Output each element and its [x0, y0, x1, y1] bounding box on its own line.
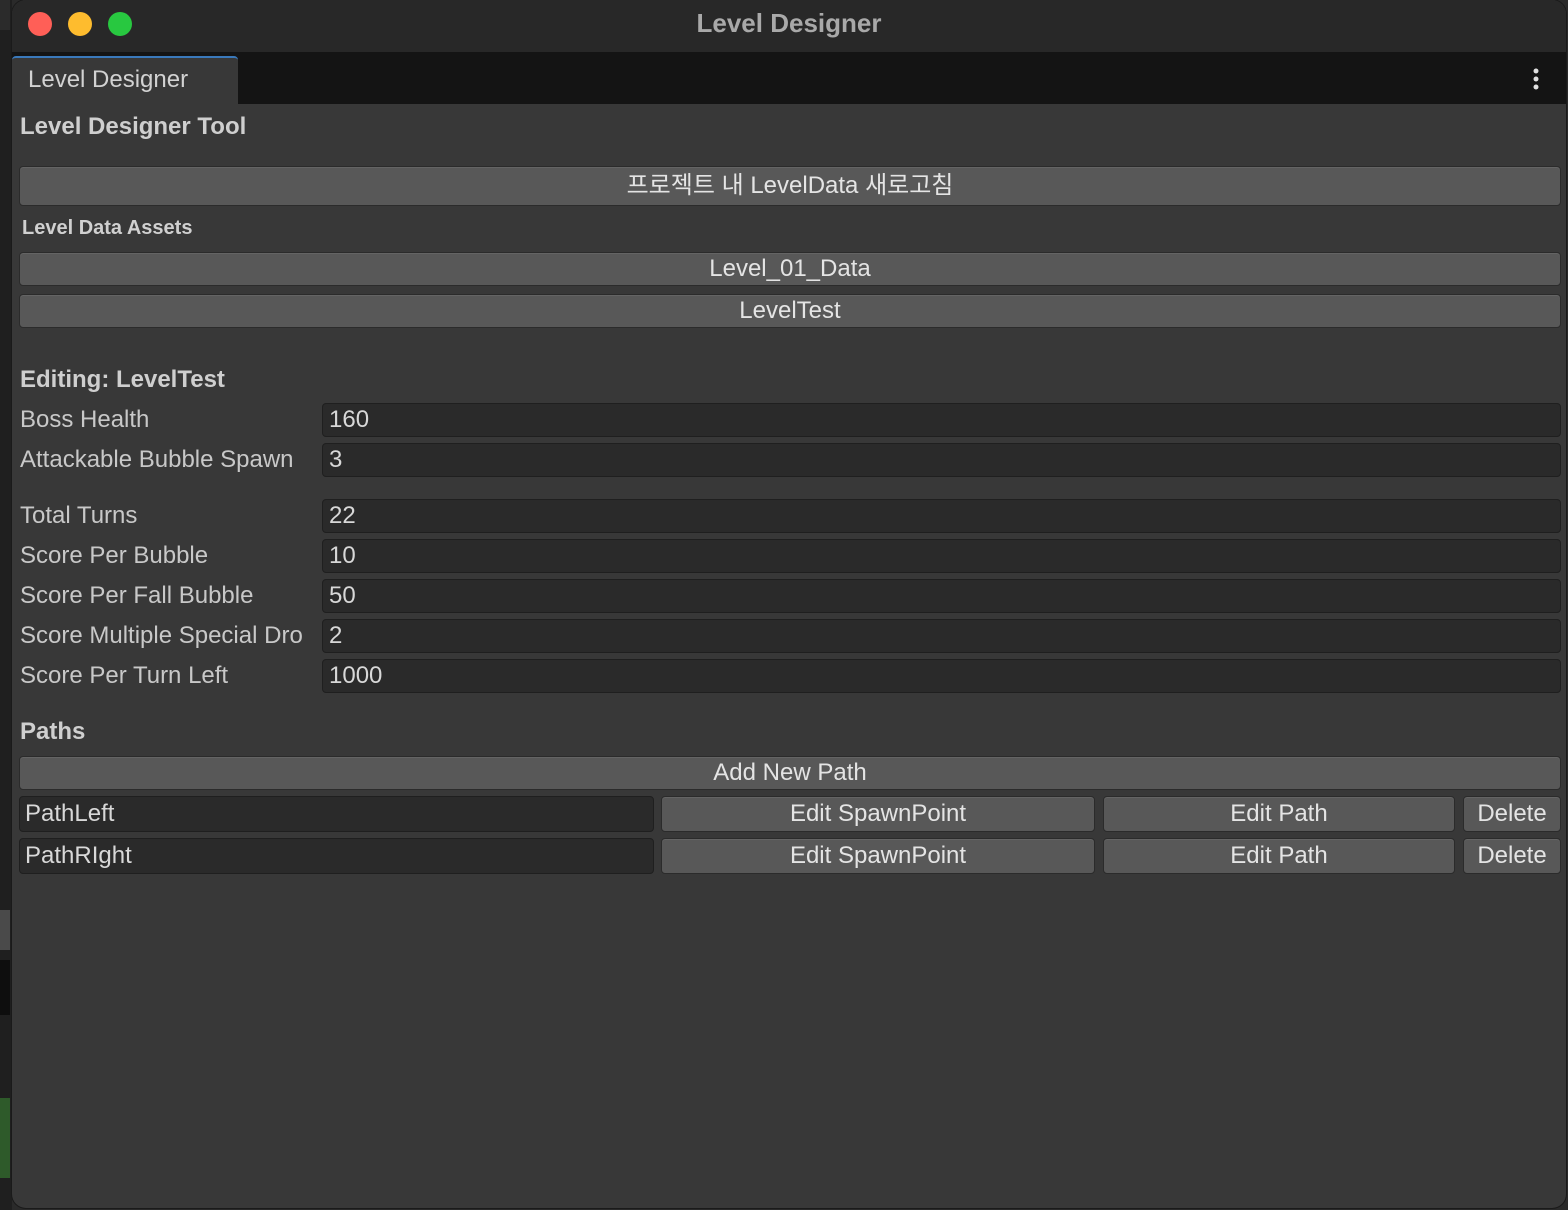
- boss-health-input[interactable]: 160: [322, 403, 1561, 437]
- attackable-bubble-spawn-label: Attackable Bubble Spawn: [20, 446, 294, 473]
- delete-path-button-pathright[interactable]: Delete: [1463, 838, 1561, 874]
- title-bar: Level Designer: [12, 0, 1566, 52]
- add-new-path-button[interactable]: Add New Path: [19, 756, 1561, 790]
- score-per-bubble-label: Score Per Bubble: [20, 542, 209, 569]
- tool-title: Level Designer Tool: [20, 113, 247, 140]
- score-multiple-special-drop-input[interactable]: 2: [322, 619, 1561, 653]
- edit-path-button-pathright[interactable]: Edit Path: [1103, 838, 1455, 874]
- edit-spawnpoint-button-pathright[interactable]: Edit SpawnPoint: [661, 838, 1095, 874]
- score-per-bubble-input[interactable]: 10: [322, 539, 1561, 573]
- level-asset-button-leveltest[interactable]: LevelTest: [19, 294, 1561, 328]
- editing-title: Editing: LevelTest: [20, 366, 225, 393]
- level-asset-button-level-01-data[interactable]: Level_01_Data: [19, 252, 1561, 286]
- score-per-fall-bubble-label: Score Per Fall Bubble: [20, 582, 254, 609]
- tab-bar: Level Designer: [12, 52, 1566, 104]
- window-title: Level Designer: [696, 8, 882, 38]
- desktop-fragment: [0, 1098, 10, 1178]
- desktop-background-edge: [0, 0, 12, 1210]
- attackable-bubble-spawn-input[interactable]: 3: [322, 443, 1561, 477]
- desktop-fragment: [0, 0, 10, 30]
- score-per-turn-left-input[interactable]: 1000: [322, 659, 1561, 693]
- total-turns-label: Total Turns: [20, 502, 138, 529]
- level-designer-window: Level Designer Level Designer Level Desi…: [12, 0, 1566, 1208]
- delete-path-button-pathleft[interactable]: Delete: [1463, 796, 1561, 832]
- desktop-fragment: [0, 960, 10, 1015]
- boss-health-label: Boss Health: [20, 406, 150, 433]
- kebab-menu-icon[interactable]: [1528, 66, 1544, 92]
- total-turns-input[interactable]: 22: [322, 499, 1561, 533]
- level-data-assets-label: Level Data Assets: [22, 217, 193, 239]
- score-per-fall-bubble-input[interactable]: 50: [322, 579, 1561, 613]
- path-name-input-pathright[interactable]: PathRIght: [19, 838, 654, 874]
- edit-spawnpoint-button-pathleft[interactable]: Edit SpawnPoint: [661, 796, 1095, 832]
- score-multiple-special-drop-label: Score Multiple Special Dro: [20, 622, 303, 649]
- tab-level-designer[interactable]: Level Designer: [12, 56, 238, 104]
- tool-content: Level Designer Tool 프로젝트 내 LevelData 새로고…: [12, 104, 1566, 1208]
- refresh-level-data-button[interactable]: 프로젝트 내 LevelData 새로고침: [19, 166, 1561, 206]
- path-name-input-pathleft[interactable]: PathLeft: [19, 796, 654, 832]
- paths-title: Paths: [20, 718, 86, 745]
- edit-path-button-pathleft[interactable]: Edit Path: [1103, 796, 1455, 832]
- score-per-turn-left-label: Score Per Turn Left: [20, 662, 229, 689]
- desktop-fragment: [0, 910, 10, 950]
